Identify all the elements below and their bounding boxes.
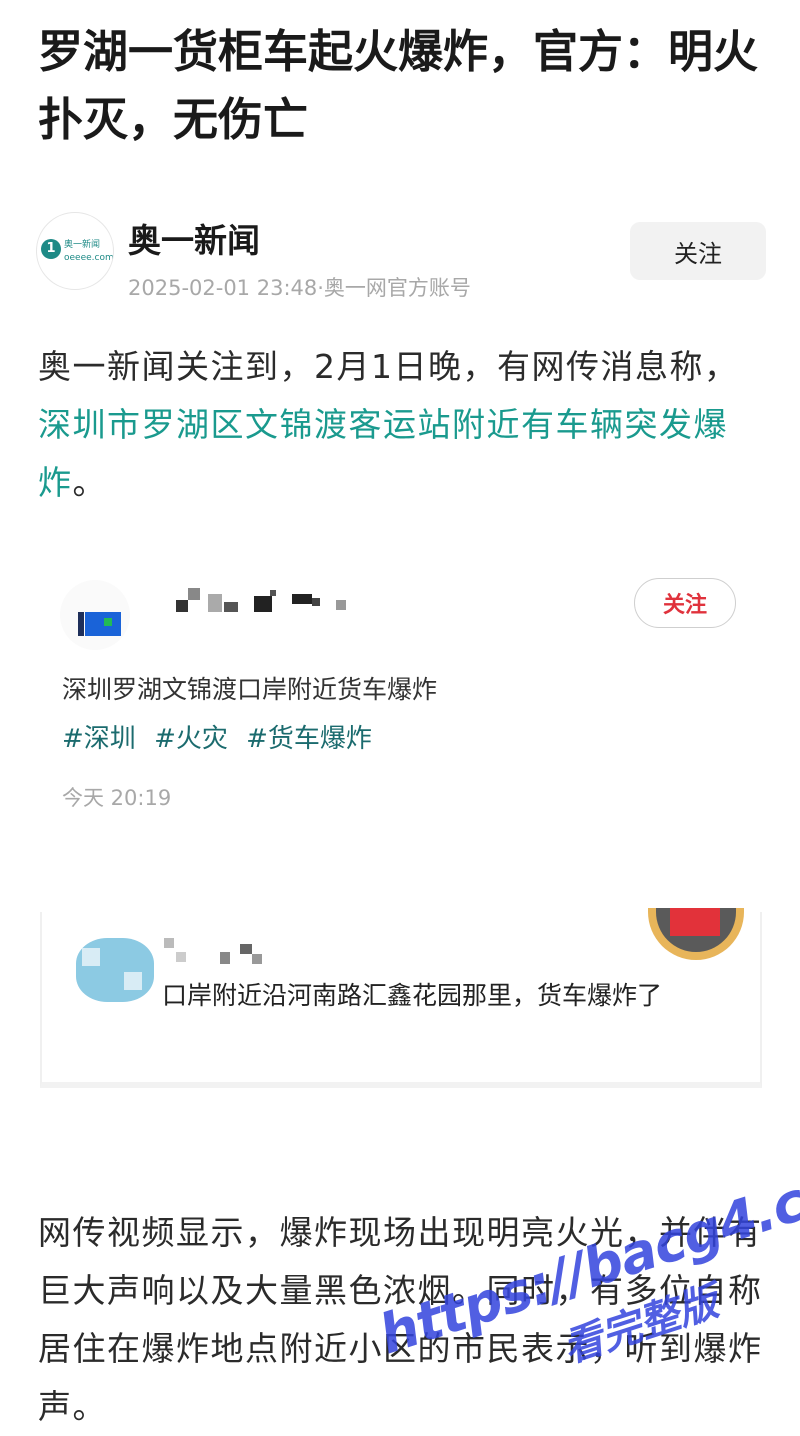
follow-button[interactable]: 关注 (630, 222, 766, 280)
author-bar: 1 奥一新闻 oeeee.com 奥一新闻 2025-02-01 23:48·奥… (36, 212, 766, 302)
badge-red (670, 908, 720, 936)
author-avatar[interactable]: 1 奥一新闻 oeeee.com (36, 212, 114, 290)
comment-text: 口岸附近沿河南路汇鑫花园那里，货车爆炸了 (162, 981, 663, 1010)
post-avatar[interactable] (60, 580, 130, 650)
post-text: 深圳罗湖文锦渡口岸附近货车爆炸 (62, 675, 438, 704)
highlighted-text: 深圳市罗湖区文锦渡客运站附近有车辆突发爆炸 (38, 405, 728, 502)
article-paragraph-2: 网传视频显示，爆炸现场出现明亮火光，并伴有巨大声响以及大量黑色浓烟。同时，有多位… (38, 1213, 763, 1426)
paragraph-text-end: 。 (72, 463, 107, 502)
comment-avatar[interactable] (76, 938, 154, 1002)
hashtag-link[interactable]: #火灾 (154, 724, 228, 754)
article-paragraph-1: 奥一新闻关注到，2月1日晚，有网传消息称， 深圳市罗湖区文锦渡客运站附近有车辆突发… (38, 338, 763, 512)
paragraph-text: 奥一新闻关注到，2月1日晚，有网传消息称， (38, 347, 739, 386)
avatar-pixel (104, 618, 112, 626)
avatar-pixel (78, 612, 84, 636)
hashtag-link[interactable]: #深圳 (62, 724, 136, 754)
post-tags: #深圳 #火灾 #货车爆炸 (62, 718, 382, 755)
article-title: 罗湖一货柜车起火爆炸，官方：明火扑灭，无伤亡 (38, 25, 759, 146)
embedded-comment: 口岸附近沿河南路汇鑫花园那里，货车爆炸了 (36, 908, 764, 1118)
avatar-pixel (85, 612, 121, 636)
author-meta: 2025-02-01 23:48·奥一网官方账号 (128, 276, 471, 300)
author-name[interactable]: 奥一新闻 (128, 214, 260, 262)
logo-number: 1 (41, 239, 61, 259)
avatar-pixel (124, 972, 142, 990)
post-time: 今天 20:19 (62, 786, 172, 810)
avatar-pixel (82, 948, 100, 966)
embedded-post: 关注 深圳罗湖文锦渡口岸附近货车爆炸 #深圳 #火灾 #货车爆炸 今天 20:1… (36, 560, 766, 830)
post-follow-button[interactable]: 关注 (634, 578, 736, 628)
hashtag-link[interactable]: #货车爆炸 (246, 724, 372, 754)
logo-text: 奥一新闻 (64, 240, 101, 250)
logo-subtext: oeeee.com (64, 253, 114, 263)
